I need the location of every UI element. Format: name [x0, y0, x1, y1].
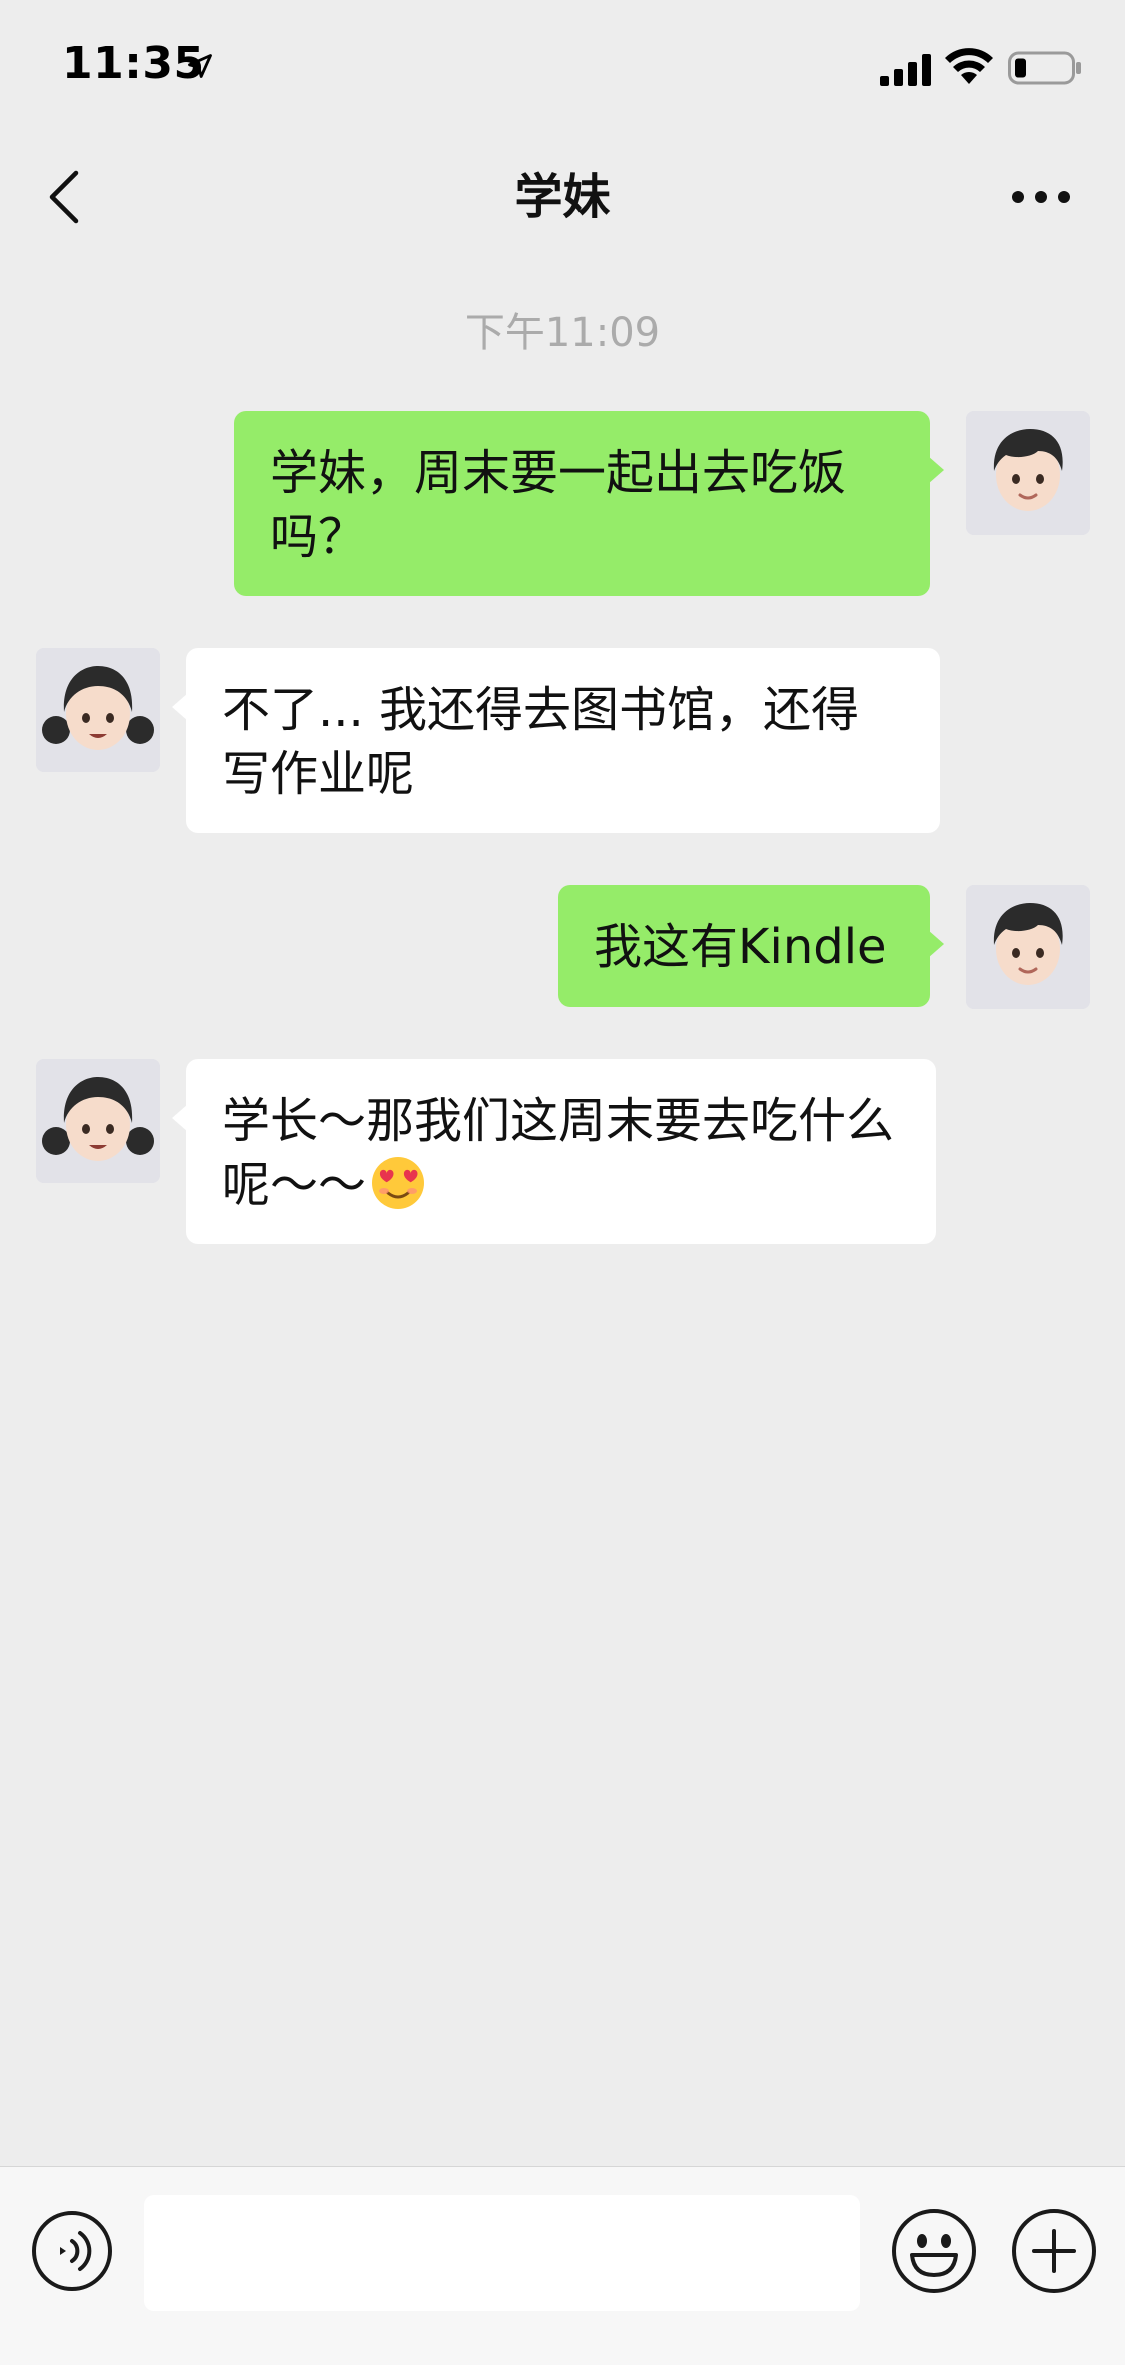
input-bar: [0, 2166, 1125, 2365]
message-bubble-incoming[interactable]: 学长～那我们这周末要去吃什么呢～～: [172, 1059, 936, 1244]
status-bar: 11:35: [0, 0, 1125, 132]
message-input[interactable]: [144, 2195, 860, 2311]
message-bubble-incoming[interactable]: 不了... 我还得去图书馆，还得写作业呢: [172, 648, 940, 833]
boy-avatar[interactable]: [966, 411, 1090, 535]
more-dots-icon[interactable]: [1010, 178, 1072, 216]
voice-input-icon[interactable]: [30, 2209, 114, 2293]
message-timestamp: 下午11:09: [464, 310, 661, 356]
wifi-icon: [945, 48, 993, 84]
girl-avatar[interactable]: [36, 648, 160, 772]
message-text: 学长～那我们这周末要去吃什么呢～～: [222, 1093, 895, 1213]
chat-title: 学妹: [514, 169, 611, 225]
location-arrow-icon: [188, 54, 212, 78]
plus-circle-icon[interactable]: [1010, 2207, 1098, 2295]
message-bubble-outgoing[interactable]: 学妹，周末要一起出去吃饭吗？: [234, 411, 944, 596]
heart-eyes-emoji: [372, 1157, 425, 1209]
battery-low-icon: [1008, 51, 1081, 85]
emoji-smile-icon[interactable]: [890, 2207, 978, 2295]
message-bubble-outgoing[interactable]: 我这有Kindle: [558, 885, 944, 1007]
chevron-left-icon[interactable]: [40, 165, 90, 229]
cellular-signal-icon: [880, 54, 931, 86]
boy-avatar[interactable]: [966, 885, 1090, 1009]
girl-avatar[interactable]: [36, 1059, 160, 1183]
nav-bar: 学妹: [0, 132, 1125, 262]
status-time: 11:35: [62, 38, 205, 89]
